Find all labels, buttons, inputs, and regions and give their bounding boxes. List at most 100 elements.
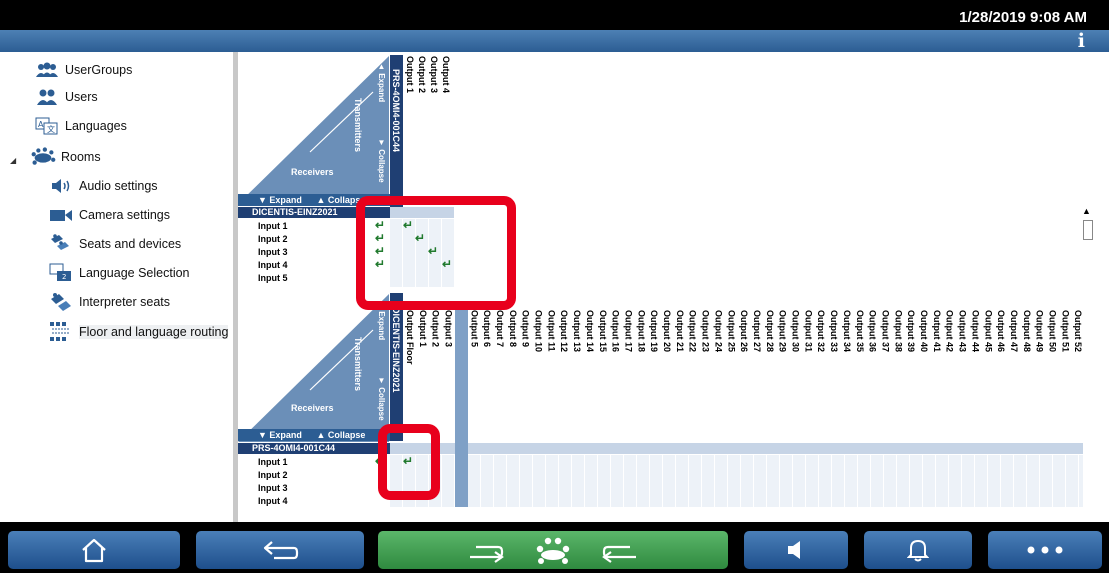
upper-receivers-label: Receivers — [291, 167, 334, 177]
lower-output-col-3: Output 2 — [430, 310, 441, 347]
lower-output-col-39: Output 38 — [893, 310, 904, 352]
upper-input-3: Input 3 — [258, 247, 288, 257]
upper-row-expand[interactable]: ▼ Expand — [258, 195, 302, 205]
routing-mode-button[interactable] — [378, 531, 728, 569]
more-icon — [1027, 546, 1063, 554]
sidebar-item-interpreter-seats[interactable]: Interpreter seats — [48, 289, 170, 315]
sidebar-item-language-selection[interactable]: 2 Language Selection — [48, 260, 190, 286]
title-bar — [0, 30, 1109, 52]
lower-output-col-49: Output 48 — [1021, 310, 1032, 352]
lower-output-col-7: Output 6 — [482, 310, 493, 347]
lower-output-col-2: Output 1 — [417, 310, 428, 347]
lower-row-expand[interactable]: ▼ Expand — [258, 430, 302, 440]
lower-grid[interactable] — [390, 455, 1083, 507]
sidebar-item-audio-settings[interactable]: Audio settings — [48, 173, 158, 199]
upper-corner-triangle — [238, 56, 389, 204]
notification-button[interactable] — [864, 531, 972, 569]
lower-row-collapse[interactable]: ▲ Collapse — [316, 430, 365, 440]
lower-output-col-16: Output 15 — [597, 310, 608, 352]
upper-transmitter-group[interactable]: PRS-4OMI4-001C44 — [390, 55, 403, 207]
lower-output-col-34: Output 33 — [829, 310, 840, 352]
upper-output-4: Output 4 — [441, 56, 451, 93]
scroll-up-icon[interactable]: ▲ — [1082, 206, 1091, 216]
scrollbar-thumb[interactable] — [1083, 220, 1093, 240]
sidebar-item-languages[interactable]: A文 Languages — [34, 113, 224, 139]
lower-group-row-cells — [390, 443, 1083, 454]
upper-output-header: Output 1 Output 2 Output 3 Output 4 — [403, 56, 453, 204]
sidebar-item-label: Languages — [65, 119, 127, 133]
lower-collapse-col[interactable]: ▼ Collapse — [377, 376, 386, 421]
lower-output-col-13: Output 12 — [559, 310, 570, 352]
lower-output-col-40: Output 39 — [906, 310, 917, 352]
rooms-collapse-arrow[interactable]: ◢ — [10, 156, 16, 165]
rooms-icon — [30, 147, 56, 167]
lower-input-3: Input 3 — [258, 483, 288, 493]
info-icon[interactable]: i — [1078, 32, 1085, 51]
sidebar-item-rooms[interactable]: Rooms — [30, 144, 101, 170]
sidebar-item-floor-and-language-routing[interactable]: Floor and language routing — [48, 319, 229, 345]
lower-output-col-12: Output 11 — [546, 310, 557, 352]
more-button[interactable] — [988, 531, 1102, 569]
lower-output-col-52: Output 51 — [1060, 310, 1071, 352]
usergroups-icon — [34, 60, 60, 80]
lower-transmitter-group[interactable]: DICENTIS-EINZ2021 — [390, 293, 403, 441]
lower-input-1: Input 1 — [258, 457, 288, 467]
top-status-bar: 1/28/2019 9:08 AM — [0, 0, 1109, 30]
lower-output-col-1: Output Floor — [405, 310, 415, 365]
lower-output-col-6: Output 5 — [469, 310, 480, 347]
highlight-box-upper — [356, 196, 516, 310]
upper-input-5: Input 5 — [258, 273, 288, 283]
upper-transmitters-label: Transmitters — [353, 98, 363, 153]
lower-output-col-32: Output 31 — [803, 310, 814, 352]
lower-output-col-33: Output 32 — [816, 310, 827, 352]
lower-output-col-11: Output 10 — [533, 310, 544, 352]
lower-output-col-42: Output 41 — [931, 310, 942, 352]
sidebar-item-label: Interpreter seats — [79, 295, 171, 309]
sidebar-item-seats-and-devices[interactable]: Seats and devices — [48, 231, 181, 257]
lower-output-col-10: Output 9 — [520, 310, 531, 347]
bell-icon — [907, 539, 929, 562]
lower-output-col-36: Output 35 — [854, 310, 865, 352]
lower-row-expand-bar: ▼ Expand ▲ Collapse — [238, 429, 390, 441]
sidebar-item-usergroups[interactable]: UserGroups — [34, 57, 132, 83]
lower-receiver-group[interactable]: PRS-4OMI4-001C44 — [238, 443, 390, 454]
sidebar-item-users-row[interactable]: Users — [34, 84, 98, 110]
lower-output-col-46: Output 45 — [983, 310, 994, 352]
lower-output-col-38: Output 37 — [880, 310, 891, 352]
upper-input-2: Input 2 — [258, 234, 288, 244]
highlight-box-lower — [378, 424, 440, 500]
back-button[interactable] — [196, 531, 364, 569]
sidebar-item-label: Seats and devices — [79, 237, 182, 251]
sidebar-item-label: Audio settings — [79, 179, 158, 193]
lower-output-col-29: Output 28 — [764, 310, 775, 352]
lower-output-col-22: Output 21 — [674, 310, 685, 352]
lower-output-col-53: Output 52 — [1073, 310, 1084, 352]
interpreter-icon — [48, 292, 74, 312]
lower-output-col-50: Output 49 — [1034, 310, 1045, 352]
lower-output-col-8: Output 7 — [494, 310, 505, 347]
lower-transmitters-label: Transmitters — [353, 337, 363, 392]
speaker-mute-button[interactable] — [744, 531, 848, 569]
sidebar-item-camera-settings[interactable]: Camera settings — [48, 202, 170, 228]
lower-output-col-15: Output 14 — [584, 310, 595, 352]
lower-receivers-label: Receivers — [291, 403, 334, 413]
upper-collapse-col[interactable]: ▼ Collapse — [377, 138, 386, 183]
speaker-icon — [48, 176, 74, 196]
lower-output-col-35: Output 34 — [841, 310, 852, 352]
lower-highlight-column — [455, 310, 468, 507]
lower-input-2: Input 2 — [258, 470, 288, 480]
home-icon — [82, 538, 106, 563]
sidebar-item-label: Language Selection — [79, 266, 190, 280]
svg-text:2: 2 — [62, 273, 66, 281]
language-selection-icon: 2 — [48, 263, 74, 283]
lower-output-col-30: Output 29 — [777, 310, 788, 352]
upper-output-1: Output 1 — [405, 56, 415, 93]
languages-icon: A文 — [34, 116, 60, 136]
lower-output-col-24: Output 23 — [700, 310, 711, 352]
seats-icon — [48, 234, 74, 254]
sidebar-item-label: Users — [65, 90, 98, 104]
home-button[interactable] — [8, 531, 180, 569]
upper-expand-col[interactable]: ▲ Expand — [377, 62, 386, 102]
lower-output-col-47: Output 46 — [996, 310, 1007, 352]
datetime: 1/28/2019 9:08 AM — [959, 9, 1087, 26]
